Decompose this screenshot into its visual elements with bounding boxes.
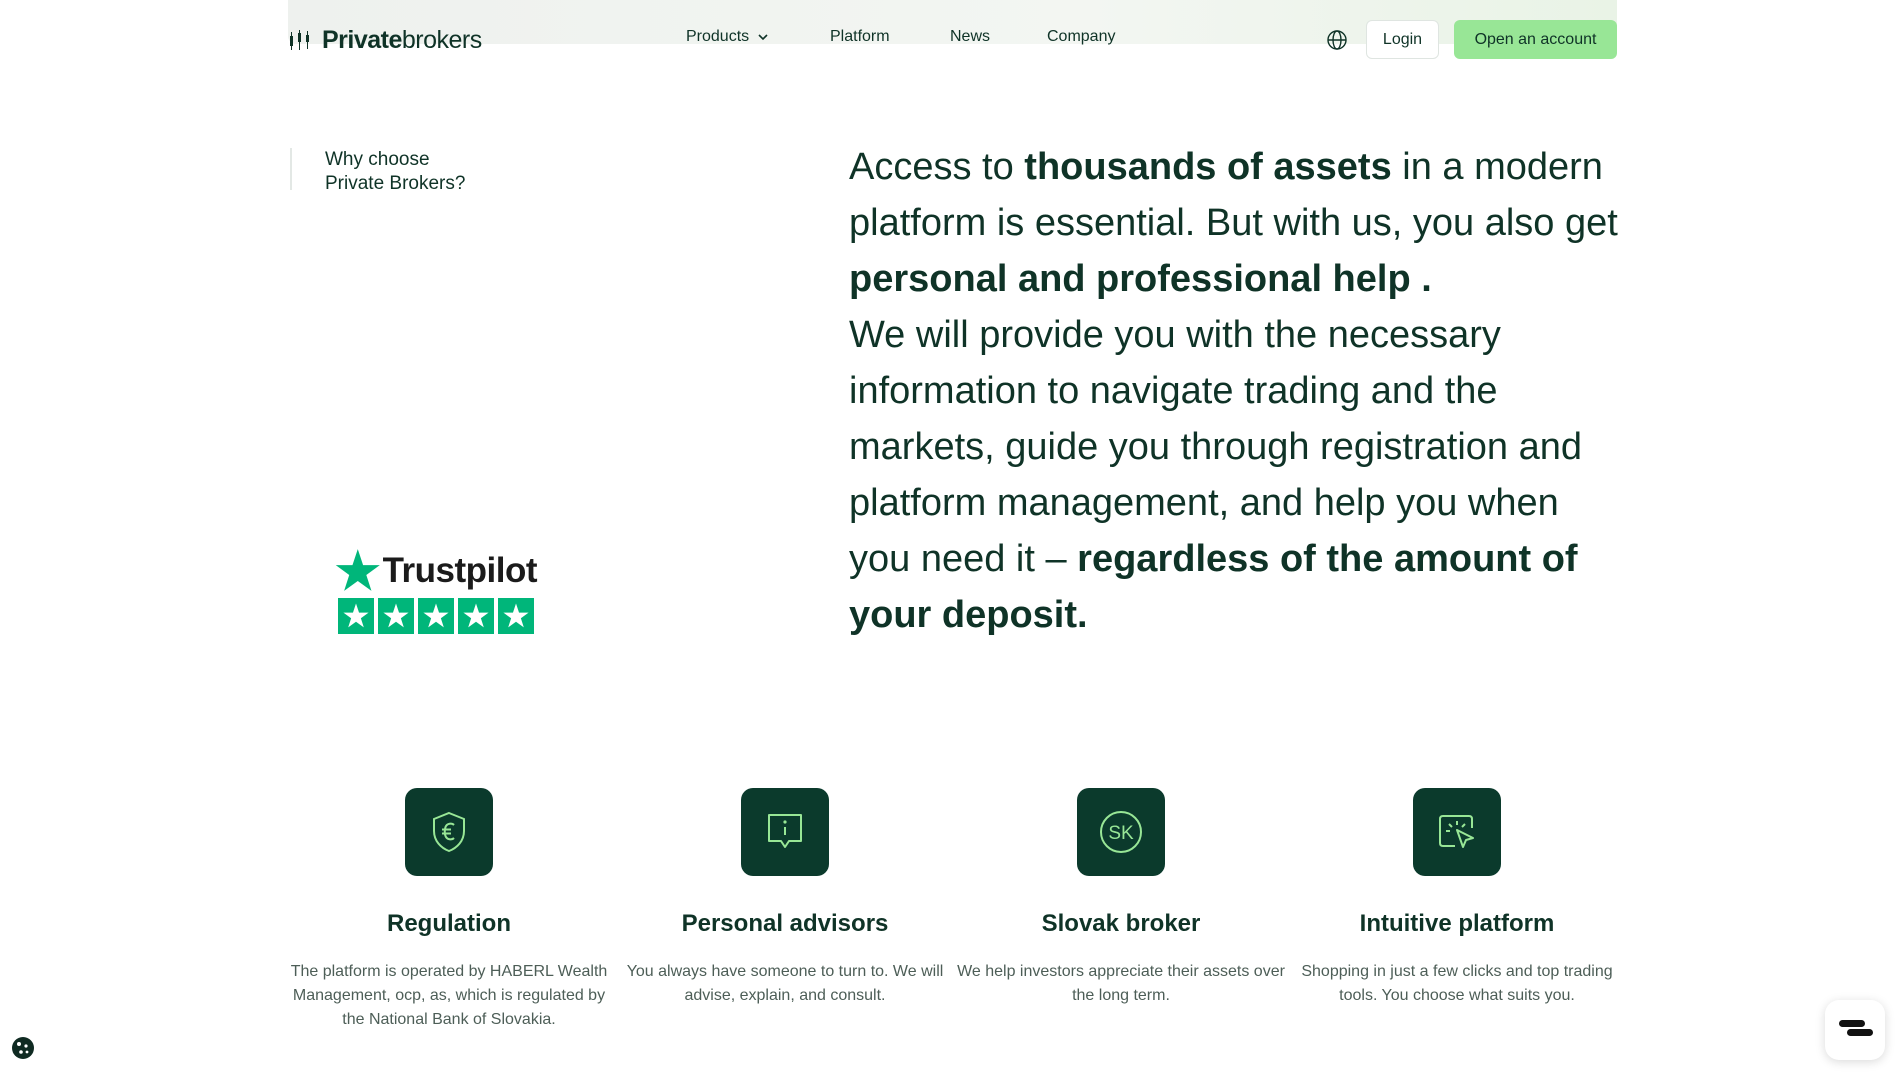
feature-title: Slovak broker	[1041, 910, 1201, 937]
lead-bold-1: thousands of assets	[1024, 146, 1392, 188]
lead-text-1: Access to	[849, 146, 1025, 188]
cookie-settings-icon[interactable]	[10, 1035, 36, 1061]
trustpilot-logo: Trustpilot	[335, 548, 538, 594]
feature-description: We help investors appreciate their asset…	[957, 963, 1285, 1004]
trustpilot-rating	[338, 598, 537, 634]
rating-star-icon	[418, 598, 454, 634]
sk-circle-icon: SK	[1077, 788, 1165, 876]
why-choose-label: Why choose Private Brokers?	[290, 148, 530, 194]
why-choose-line2: Private Brokers?	[325, 173, 466, 194]
feature-regulation: Regulation The platform is operated by H…	[284, 788, 614, 1032]
nav-company-label: Company	[1047, 28, 1116, 45]
nav-products-label: Products	[686, 28, 750, 45]
nav-platform-label: Platform	[830, 28, 890, 45]
chat-icon	[1839, 1020, 1873, 1036]
chat-widget-button[interactable]	[1825, 1000, 1885, 1060]
trustpilot-name: Trustpilot	[382, 551, 538, 590]
feature-title: Personal advisors	[681, 910, 889, 937]
shield-euro-icon	[405, 788, 493, 876]
login-button[interactable]: Login	[1366, 20, 1439, 59]
nav-products[interactable]: Products	[686, 28, 769, 46]
trustpilot-star-icon	[335, 549, 380, 591]
nav-company[interactable]: Company	[1047, 28, 1115, 46]
feature-intuitive-platform: Intuitive platform Shopping in just a fe…	[1292, 788, 1622, 1008]
lead-paragraph: Access to thousands of assets in a moder…	[849, 139, 1629, 643]
click-cursor-icon	[1413, 788, 1501, 876]
info-chat-icon	[741, 788, 829, 876]
feature-description: The platform is operated by HABERL Wealt…	[290, 963, 608, 1028]
feature-description: You always have someone to turn to. We w…	[626, 963, 944, 1004]
feature-title: Intuitive platform	[1359, 910, 1555, 937]
rating-star-icon	[378, 598, 414, 634]
nav-news-label: News	[950, 28, 991, 45]
rating-star-icon	[498, 598, 534, 634]
feature-description: Shopping in just a few clicks and top tr…	[1301, 963, 1613, 1004]
feature-title: Regulation	[387, 910, 511, 937]
rating-star-icon	[458, 598, 494, 634]
candlestick-logo-icon	[288, 30, 314, 50]
nav-news[interactable]: News	[950, 28, 990, 46]
logo[interactable]: Privatebrokers	[288, 26, 482, 54]
rating-star-icon	[338, 598, 374, 634]
feature-personal-advisors: Personal advisors You always have someon…	[620, 788, 950, 1008]
feature-slovak-broker: SK Slovak broker We help investors appre…	[956, 788, 1286, 1008]
chevron-down-icon	[758, 34, 768, 41]
logo-text: Privatebrokers	[322, 25, 482, 54]
lead-bold-2: personal and professional help .	[849, 258, 1432, 300]
trustpilot-badge[interactable]: Trustpilot	[335, 548, 538, 634]
globe-icon[interactable]	[1326, 29, 1348, 51]
svg-text:SK: SK	[1108, 823, 1134, 844]
nav-platform[interactable]: Platform	[830, 28, 890, 46]
why-choose-line1: Why choose	[325, 149, 430, 170]
open-account-button[interactable]: Open an account	[1454, 20, 1617, 59]
page: Privatebrokers Products Platform News Co…	[0, 0, 1899, 1079]
